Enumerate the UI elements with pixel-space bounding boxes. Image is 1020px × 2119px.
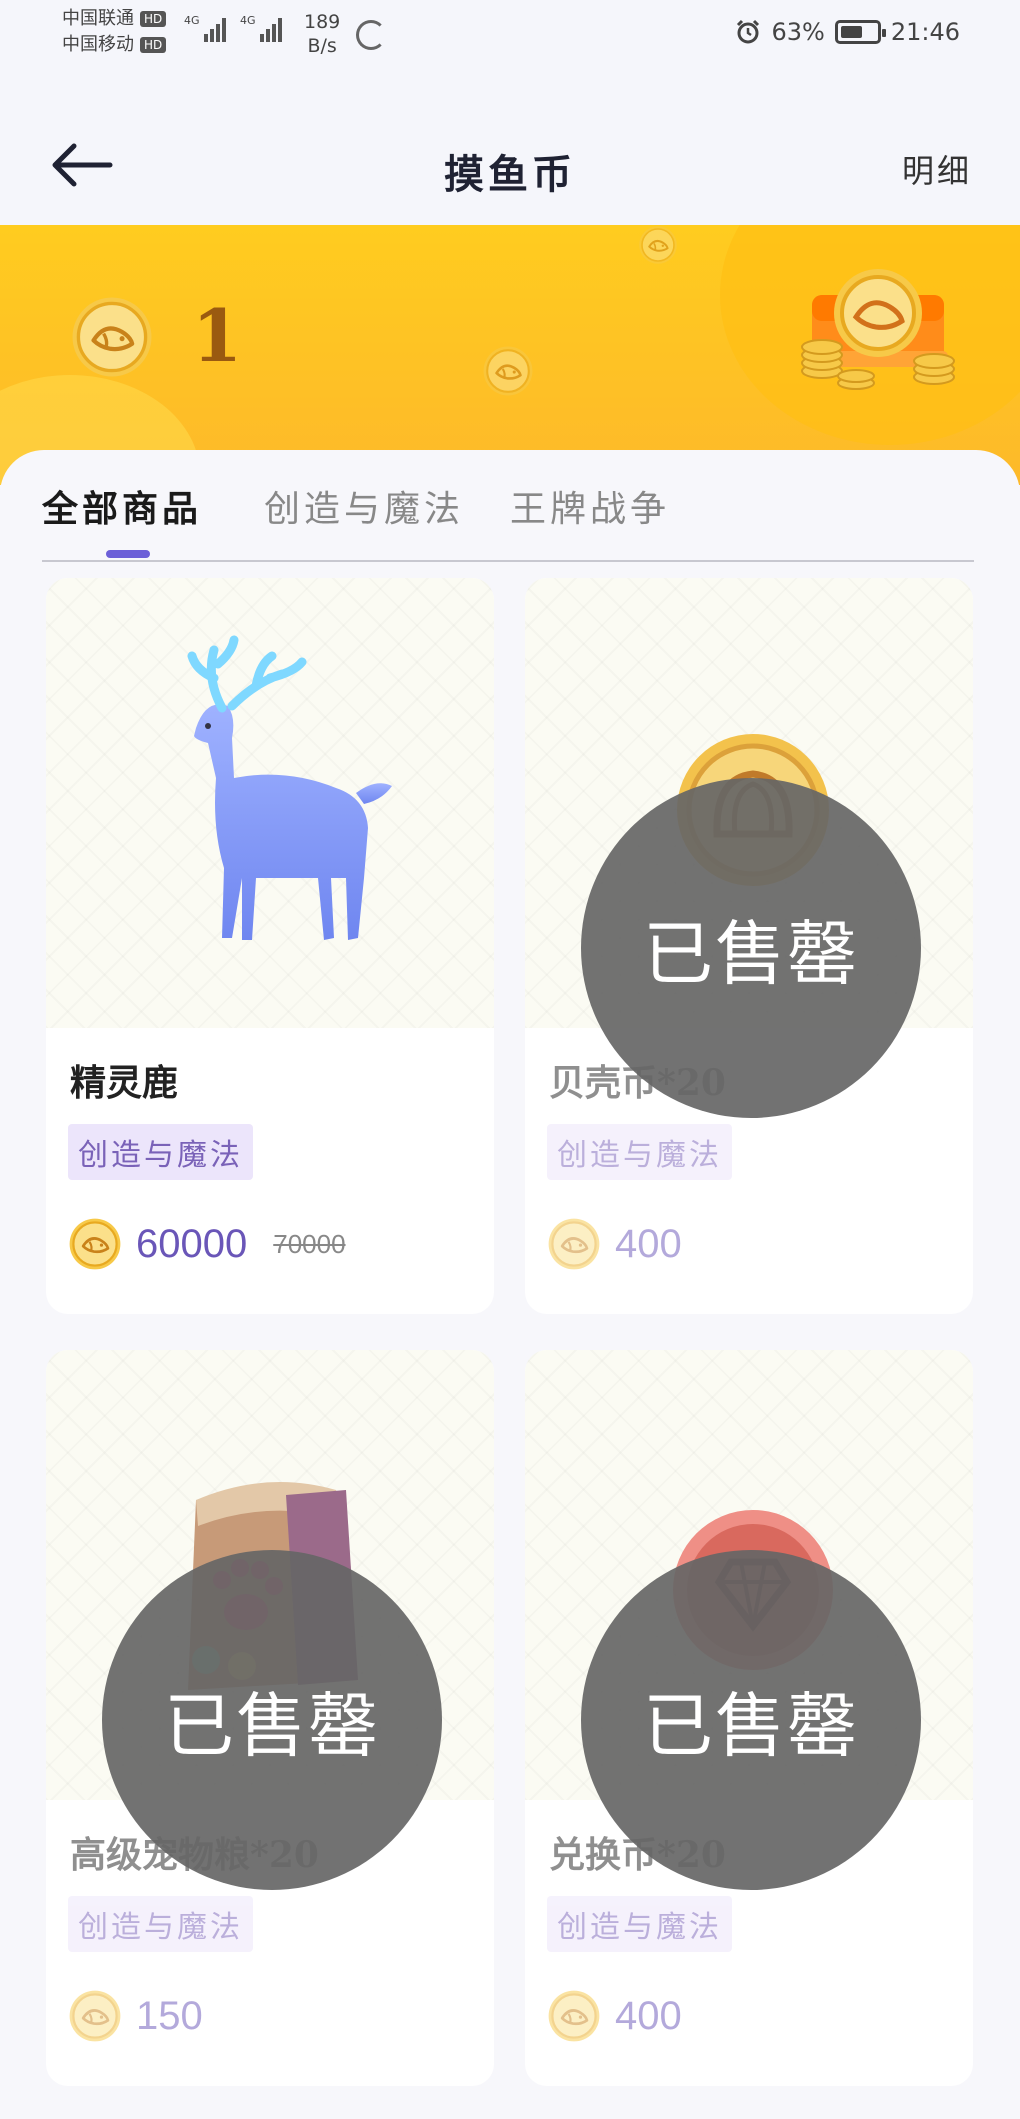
product-name: 精灵鹿 <box>70 1062 179 1104</box>
product-price: 150 <box>136 1993 203 2038</box>
fish-coin-icon <box>70 295 154 379</box>
product-tag: 创造与魔法 <box>547 1124 732 1180</box>
product-price: 60000 <box>136 1221 248 1266</box>
page-title: 摸鱼币 <box>444 151 576 198</box>
active-tab-indicator <box>106 550 150 558</box>
treasure-chest-icon <box>801 269 955 390</box>
carrier-2: 中国移动 <box>62 34 134 55</box>
balance-banner: 1 <box>0 225 1020 485</box>
fish-coin-icon <box>547 1989 601 2043</box>
product-card-shell-coin[interactable]: 贝壳币*20 创造与魔法 400 已售罄 <box>525 578 973 1314</box>
battery-fill <box>840 26 862 38</box>
carrier-1: 中国联通 <box>62 8 134 29</box>
floating-coin-icon <box>628 225 688 265</box>
fish-coin-icon <box>68 1217 122 1271</box>
product-card-elf-deer[interactable]: 精灵鹿 创造与魔法 60000 70000 <box>46 578 494 1314</box>
deer-image <box>187 635 392 940</box>
sold-out-badge: 已售罄 <box>102 1550 442 1890</box>
signal-icon: 4G <box>240 14 284 42</box>
detail-link[interactable]: 明细 <box>902 146 972 192</box>
price-row: 400 <box>547 1988 682 2044</box>
price-row: 400 <box>547 1216 682 1272</box>
product-price: 400 <box>615 1993 682 2038</box>
product-card-exchange-coin[interactable]: 兑换币*20 创造与魔法 400 已售罄 <box>525 1350 973 2086</box>
battery-percent: 63% <box>771 18 825 46</box>
hd-badge: HD <box>140 37 167 53</box>
nav-header: 摸鱼币 明细 <box>0 70 1020 225</box>
loading-icon <box>356 20 386 50</box>
carrier-info: 中国联通 HD 中国移动 HD <box>62 6 167 58</box>
fish-coin-icon <box>547 1217 601 1271</box>
product-tag: 创造与魔法 <box>68 1896 253 1952</box>
clock: 21:46 <box>890 18 960 46</box>
fish-coin-icon <box>68 1989 122 2043</box>
tab-ace-war[interactable]: 王牌战争 <box>510 480 670 532</box>
category-tabs: 全部商品 创造与魔法 王牌战争 <box>42 480 974 562</box>
sold-out-badge: 已售罄 <box>581 1550 921 1890</box>
coin-balance: 1 <box>192 293 243 378</box>
net-type-2: 4G <box>240 14 256 27</box>
net-type-1: 4G <box>184 14 200 27</box>
alarm-icon <box>737 19 760 44</box>
shop-panel: 全部商品 创造与魔法 王牌战争 精灵鹿 创造与魔法 60000 70000 贝壳… <box>0 450 1020 2119</box>
product-tag: 创造与魔法 <box>547 1896 732 1952</box>
signal-icon: 4G <box>184 14 228 42</box>
product-tag: 创造与魔法 <box>68 1124 253 1180</box>
system-status: 63% 21:46 <box>735 18 960 46</box>
tab-all-products[interactable]: 全部商品 <box>42 480 202 532</box>
hd-badge: HD <box>140 11 167 27</box>
network-speed: 189 B/s <box>304 11 341 57</box>
tab-create-magic[interactable]: 创造与魔法 <box>264 480 464 532</box>
price-row: 150 <box>68 1988 203 2044</box>
product-price: 400 <box>615 1221 682 1266</box>
product-image <box>46 578 494 1028</box>
original-price: 70000 <box>273 1228 346 1259</box>
status-bar: 中国联通 HD 中国移动 HD 4G 4G 189 B/s 63% 21:46 <box>0 0 1020 70</box>
product-card-pet-food[interactable]: 高级宠物粮*20 创造与魔法 150 已售罄 <box>46 1350 494 2086</box>
battery-icon <box>834 20 886 44</box>
sold-out-badge: 已售罄 <box>581 778 921 1118</box>
floating-coin-icon <box>482 345 534 397</box>
price-row: 60000 70000 <box>68 1216 346 1272</box>
